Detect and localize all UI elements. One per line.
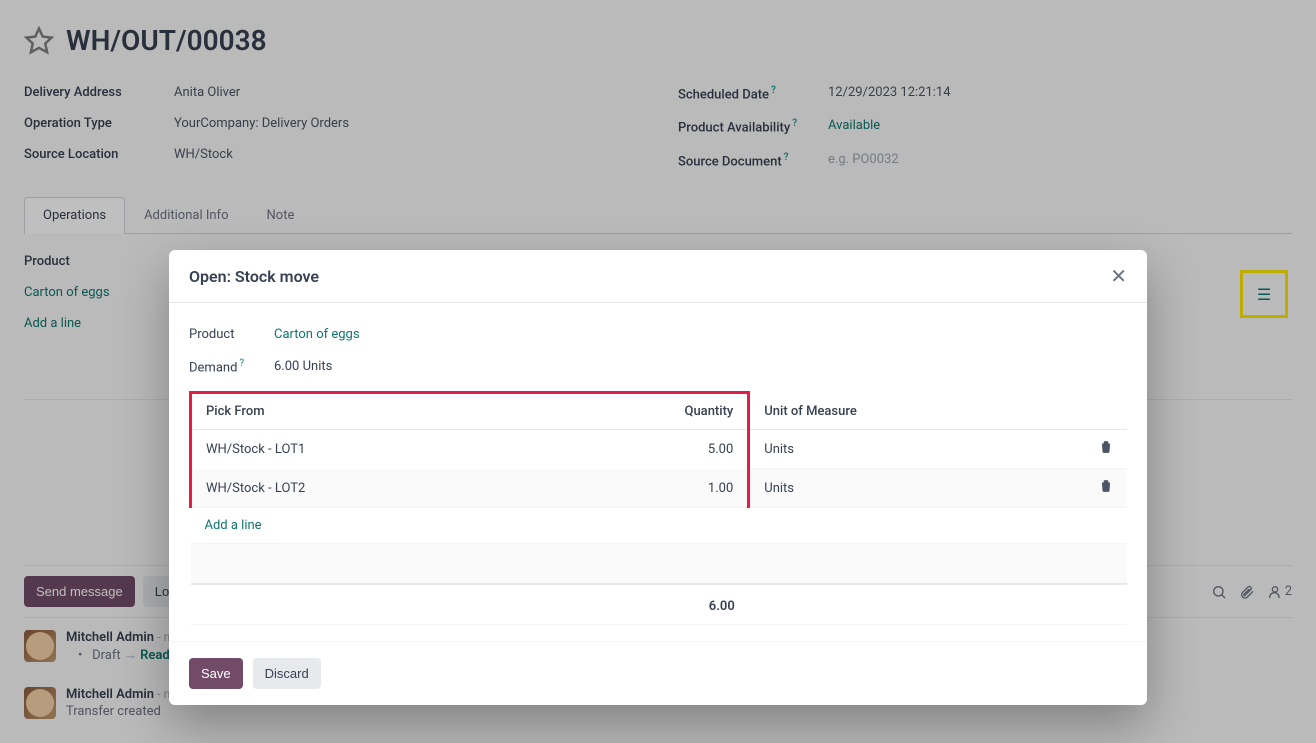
quantity-header: Quantity xyxy=(671,393,749,430)
save-button[interactable]: Save xyxy=(189,658,243,689)
discard-button[interactable]: Discard xyxy=(253,658,321,689)
table-row[interactable]: WH/Stock - LOT2 1.00 Units xyxy=(191,469,1128,508)
pick-from-cell[interactable]: WH/Stock - LOT1 xyxy=(191,430,671,469)
uom-cell[interactable]: Units xyxy=(749,469,1085,508)
stock-move-modal: Open: Stock move ✕ Product Carton of egg… xyxy=(169,250,1147,705)
quantity-cell[interactable]: 5.00 xyxy=(671,430,749,469)
modal-product-value[interactable]: Carton of eggs xyxy=(274,327,360,342)
pick-from-cell[interactable]: WH/Stock - LOT2 xyxy=(191,469,671,508)
modal-demand-label: Demand? xyxy=(189,358,274,375)
close-icon[interactable]: ✕ xyxy=(1110,266,1127,286)
total-quantity: 6.00 xyxy=(671,584,749,625)
table-row[interactable]: WH/Stock - LOT1 5.00 Units xyxy=(191,430,1128,469)
pick-from-header: Pick From xyxy=(191,393,671,430)
trash-icon[interactable] xyxy=(1099,479,1113,493)
help-icon[interactable]: ? xyxy=(239,358,244,369)
modal-title: Open: Stock move xyxy=(189,267,319,286)
modal-demand-value: 6.00 Units xyxy=(274,359,332,374)
trash-icon[interactable] xyxy=(1099,440,1113,454)
modal-product-label: Product xyxy=(189,327,274,342)
uom-header: Unit of Measure xyxy=(749,393,1085,430)
uom-cell[interactable]: Units xyxy=(749,430,1085,469)
modal-add-line[interactable]: Add a line xyxy=(191,508,1128,543)
quantity-cell[interactable]: 1.00 xyxy=(671,469,749,508)
